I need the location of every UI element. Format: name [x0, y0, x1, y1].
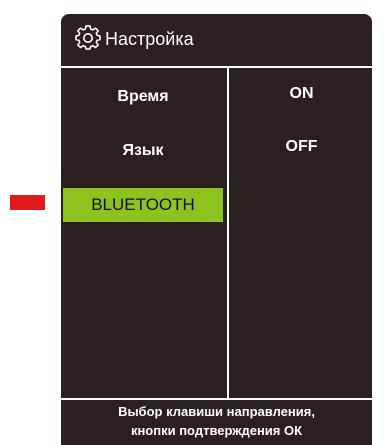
footer-hint-line1: Выбор клавиши направления,: [118, 404, 315, 419]
option-on[interactable]: ON: [231, 77, 372, 111]
option-off[interactable]: OFF: [231, 130, 372, 164]
settings-screen: Настройка Время Язык BLUETOOTH ON OFF Вы…: [0, 0, 387, 445]
column-divider: [227, 68, 229, 398]
menu-item-time[interactable]: Время: [63, 80, 223, 114]
footer-hint-line2: кнопки подтверждения ОК: [130, 423, 303, 438]
footer-divider: [61, 398, 372, 400]
selection-marker: [10, 195, 45, 210]
menu-item-language[interactable]: Язык: [63, 134, 223, 168]
gear-icon: [75, 25, 101, 50]
menu-item-bluetooth[interactable]: BLUETOOTH: [63, 188, 223, 222]
page-title: Настройка: [105, 29, 194, 49]
settings-panel: Настройка Время Язык BLUETOOTH ON OFF Вы…: [61, 14, 372, 445]
panel-header: Настройка: [61, 14, 372, 64]
footer-hint: Выбор клавиши направления, кнопки подтве…: [61, 402, 372, 440]
header-divider: [61, 66, 372, 68]
